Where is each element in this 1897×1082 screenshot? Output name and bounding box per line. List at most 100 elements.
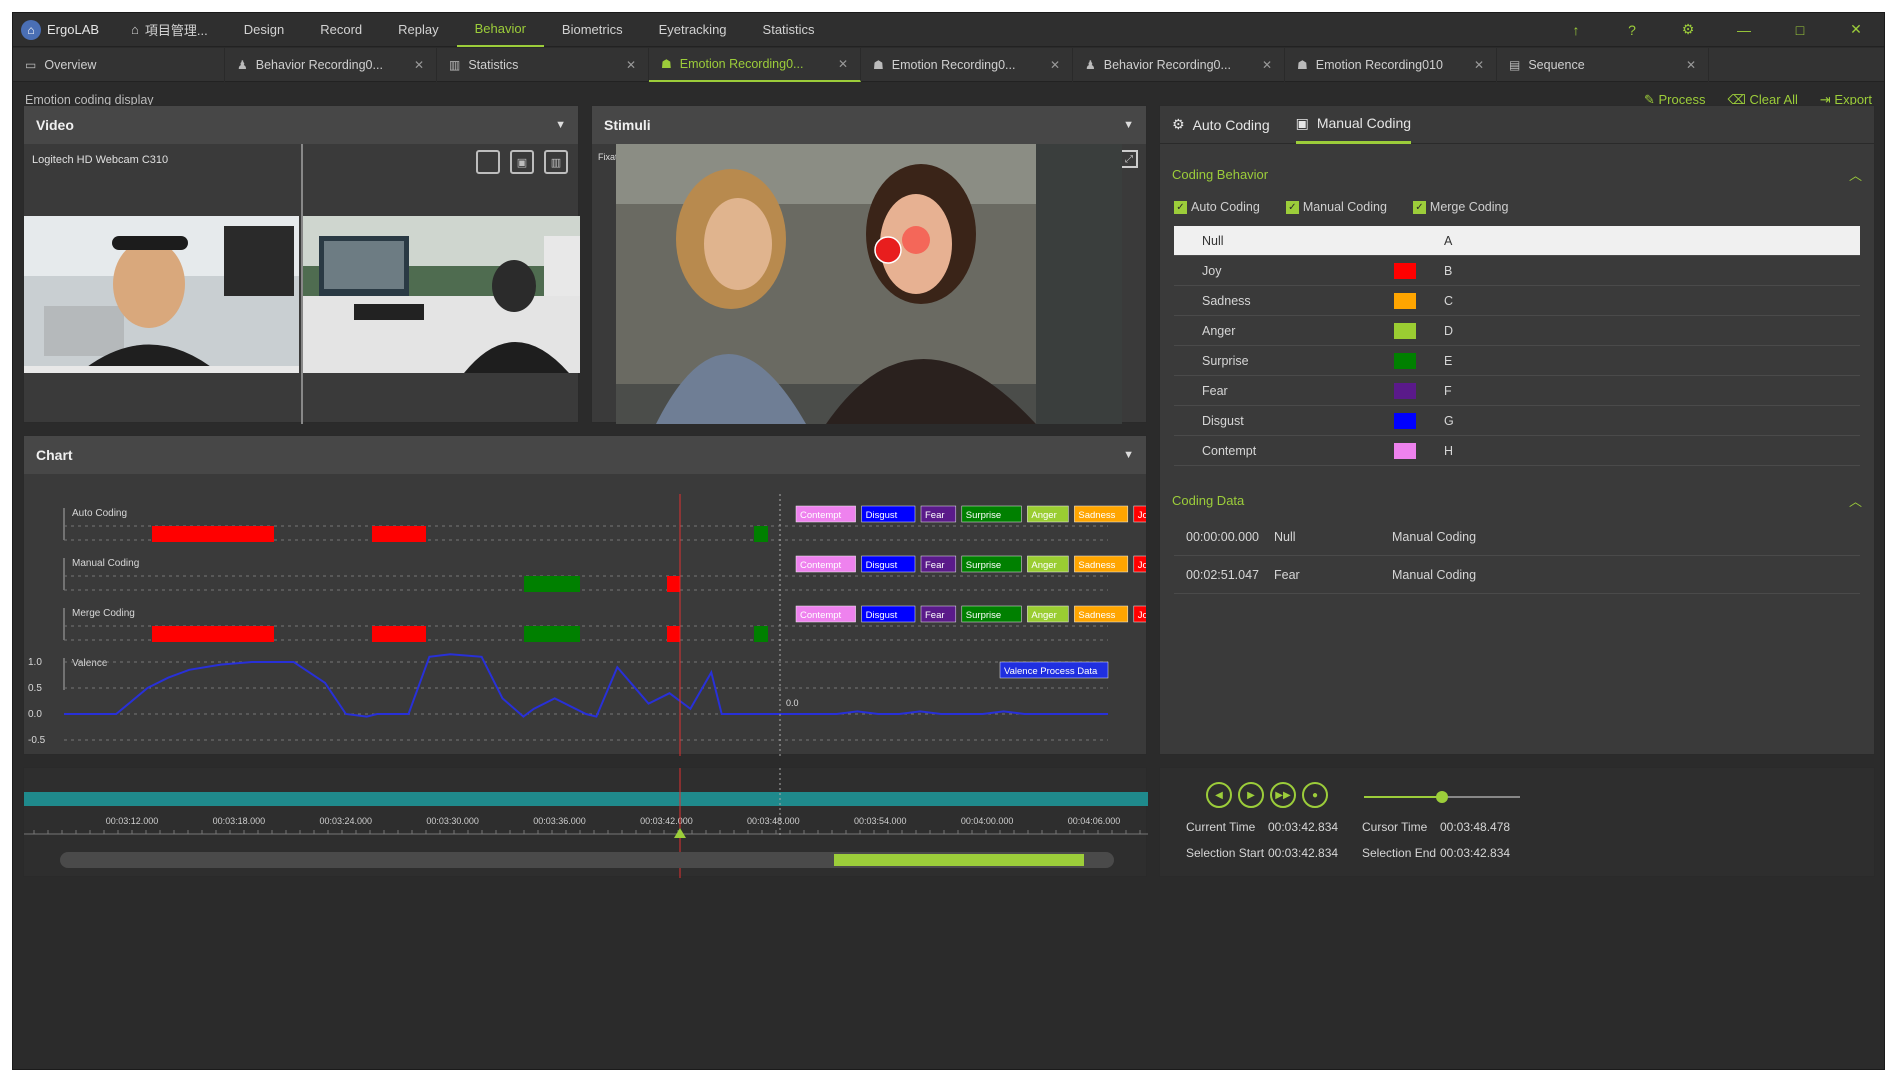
pip-view-icon[interactable]: ▣ bbox=[510, 150, 534, 174]
behavior-row[interactable]: Fear F bbox=[1174, 376, 1860, 406]
coding-segment[interactable] bbox=[152, 526, 274, 542]
volume-slider-knob[interactable] bbox=[1436, 791, 1448, 803]
menu-eyetracking[interactable]: Eyetracking bbox=[641, 13, 745, 47]
behavior-color-swatch[interactable] bbox=[1394, 352, 1416, 369]
split-view-icon[interactable]: ▥ bbox=[544, 150, 568, 174]
timeline-tick-label: 00:03:24.000 bbox=[319, 816, 372, 826]
coding-segment[interactable] bbox=[667, 626, 680, 642]
behavior-color-swatch[interactable] bbox=[1394, 382, 1416, 399]
menu-replay[interactable]: Replay bbox=[380, 13, 456, 47]
coding-segment[interactable] bbox=[754, 626, 768, 642]
coding-chart[interactable]: Auto Coding Manual Coding Merge Coding Vale… bbox=[24, 474, 1146, 756]
coding-data-time: 00:00:00.000 bbox=[1186, 529, 1259, 544]
coding-segment[interactable] bbox=[152, 626, 274, 642]
legend-tag-label: Fear bbox=[925, 510, 945, 521]
menu-biometrics[interactable]: Biometrics bbox=[544, 13, 641, 47]
tab-item[interactable]: ☗ Emotion Recording0... ✕ bbox=[861, 47, 1073, 82]
menu-record[interactable]: Record bbox=[302, 13, 380, 47]
single-view-icon[interactable] bbox=[476, 150, 500, 174]
legend-tag-label: Disgust bbox=[866, 510, 898, 521]
checkbox-checked-icon: ✓ bbox=[1285, 200, 1299, 214]
tab-close-icon[interactable]: ✕ bbox=[1474, 58, 1484, 72]
behavior-color-swatch[interactable] bbox=[1394, 233, 1416, 249]
coding-segment[interactable] bbox=[524, 576, 580, 592]
chevron-up-icon[interactable]: ︿ bbox=[1849, 165, 1862, 184]
video-split-divider[interactable] bbox=[301, 144, 303, 424]
tab-auto-coding[interactable]: ⚙ Auto Coding bbox=[1172, 106, 1270, 144]
tab-item[interactable]: ▭ Overview bbox=[13, 47, 225, 82]
coding-segment[interactable] bbox=[524, 626, 580, 642]
tab-item[interactable]: ☗ Emotion Recording010 ✕ bbox=[1285, 47, 1497, 82]
behavior-row[interactable]: Joy B bbox=[1174, 256, 1860, 286]
tab-close-icon[interactable]: ✕ bbox=[1050, 58, 1060, 72]
coding-segment[interactable] bbox=[667, 576, 680, 592]
maximize-icon[interactable]: □ bbox=[1772, 13, 1828, 47]
coding-segment[interactable] bbox=[372, 526, 426, 542]
close-icon[interactable]: ✕ bbox=[1828, 13, 1884, 47]
upload-icon[interactable]: ↑ bbox=[1548, 13, 1604, 47]
coding-segment[interactable] bbox=[372, 626, 426, 642]
merge-coding-checkbox[interactable]: ✓ Merge Coding bbox=[1412, 200, 1508, 214]
tab-item[interactable]: ♟ Behavior Recording0... ✕ bbox=[1073, 47, 1285, 82]
legend-tag-label: Anger bbox=[1031, 510, 1056, 521]
chevron-down-icon[interactable]: ▼ bbox=[1123, 449, 1134, 461]
tab-close-icon[interactable]: ✕ bbox=[1262, 58, 1272, 72]
tab-item[interactable]: ▤ Sequence ✕ bbox=[1497, 47, 1709, 82]
chevron-up-icon[interactable]: ︿ bbox=[1849, 491, 1862, 510]
auto-coding-checkbox[interactable]: ✓ Auto Coding bbox=[1174, 200, 1260, 214]
timeline-tick-label: 00:03:12.000 bbox=[106, 816, 159, 826]
cursor-time-label: Cursor Time bbox=[1362, 820, 1428, 834]
behavior-color-swatch[interactable] bbox=[1394, 412, 1416, 429]
timeline-track[interactable] bbox=[24, 792, 1148, 806]
coding-data-row[interactable]: 00:02:51.047 Fear Manual Coding bbox=[1174, 556, 1860, 594]
tab-item[interactable]: ▥ Statistics ✕ bbox=[437, 47, 649, 82]
zoom-scrollbar-range[interactable] bbox=[834, 854, 1084, 866]
legend-tag-label: Fear bbox=[925, 610, 945, 621]
timeline[interactable]: 00:03:12.000 00:03:18.000 00:03:24.000 00:0… bbox=[24, 768, 1148, 878]
behavior-row[interactable]: Surprise E bbox=[1174, 346, 1860, 376]
behavior-hotkey: H bbox=[1444, 443, 1454, 458]
behavior-color-swatch[interactable] bbox=[1394, 292, 1416, 309]
chevron-down-icon[interactable]: ▼ bbox=[1123, 119, 1134, 131]
coding-data-section[interactable]: Coding Data ︿ bbox=[1160, 482, 1874, 518]
behavior-row[interactable]: Disgust G bbox=[1174, 406, 1860, 436]
tab-close-icon[interactable]: ✕ bbox=[626, 58, 636, 72]
chevron-down-icon[interactable]: ▼ bbox=[555, 119, 566, 131]
tab-close-icon[interactable]: ✕ bbox=[414, 58, 424, 72]
minimize-icon[interactable]: — bbox=[1716, 13, 1772, 47]
coding-checkboxes: ✓ Auto Coding ✓ Manual Coding ✓ Merge Codin… bbox=[1160, 192, 1874, 222]
volume-slider[interactable] bbox=[1364, 791, 1520, 803]
emotion-legend-tag: Joy bbox=[1133, 605, 1146, 623]
behavior-name: Joy bbox=[1202, 263, 1222, 278]
coding-data-row[interactable]: 00:00:00.000 Null Manual Coding bbox=[1174, 518, 1860, 556]
tab-close-icon[interactable]: ✕ bbox=[838, 57, 848, 71]
behavior-color-swatch[interactable] bbox=[1394, 262, 1416, 279]
tab-close-icon[interactable]: ✕ bbox=[1686, 58, 1696, 72]
behavior-row[interactable]: Anger D bbox=[1174, 316, 1860, 346]
fast-forward-icon[interactable]: ▶▶ bbox=[1270, 782, 1296, 808]
help-icon[interactable]: ? bbox=[1604, 13, 1660, 47]
behavior-row[interactable]: Null A bbox=[1174, 226, 1860, 256]
behavior-row[interactable]: Contempt H bbox=[1174, 436, 1860, 466]
menu-design[interactable]: Design bbox=[226, 13, 302, 47]
record-icon[interactable]: ● bbox=[1302, 782, 1328, 808]
coding-behavior-section[interactable]: Coding Behavior ︿ bbox=[1160, 156, 1874, 192]
menu-statistics[interactable]: Statistics bbox=[745, 13, 833, 47]
coding-segment[interactable] bbox=[754, 526, 768, 542]
tab-manual-coding[interactable]: ▣ Manual Coding bbox=[1295, 106, 1412, 144]
tab-item[interactable]: ☗ Emotion Recording0... ✕ bbox=[649, 47, 861, 82]
play-icon[interactable]: ▶ bbox=[1238, 782, 1264, 808]
fullscreen-icon[interactable]: ⤢ bbox=[1120, 150, 1138, 168]
manual-coding-checkbox[interactable]: ✓ Manual Coding bbox=[1285, 200, 1387, 214]
chart-panel-header: Chart ▼ bbox=[24, 436, 1146, 474]
behavior-color-swatch[interactable] bbox=[1394, 442, 1416, 459]
menu-behavior[interactable]: Behavior bbox=[456, 13, 544, 47]
behavior-color-swatch[interactable] bbox=[1394, 322, 1416, 339]
tab-item[interactable]: ♟ Behavior Recording0... ✕ bbox=[225, 47, 437, 82]
section-title: Coding Behavior bbox=[1172, 166, 1269, 182]
previous-icon[interactable]: ◀ bbox=[1206, 782, 1232, 808]
menu-project[interactable]: ⌂ 項目管理... bbox=[113, 13, 226, 47]
behavior-row[interactable]: Sadness C bbox=[1174, 286, 1860, 316]
playhead-marker-icon[interactable] bbox=[674, 828, 686, 838]
settings-icon[interactable]: ⚙ bbox=[1660, 13, 1716, 47]
